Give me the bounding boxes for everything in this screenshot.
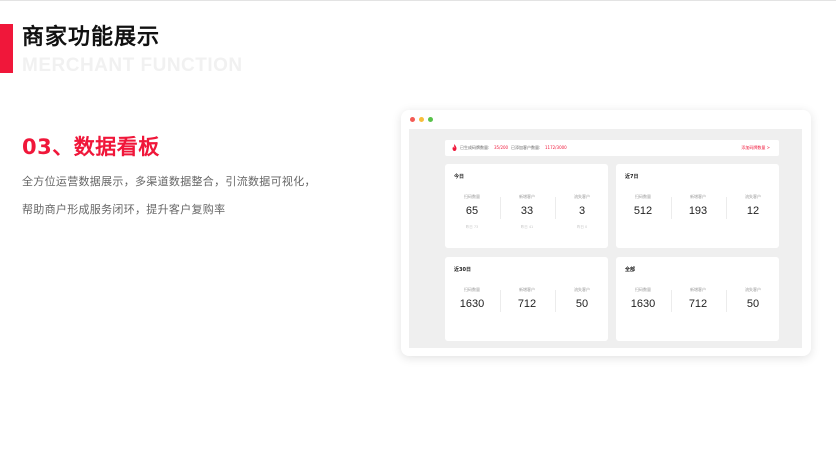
stat-value: 65 <box>465 205 479 217</box>
stat-yesterday: 昨日 73 <box>465 225 479 229</box>
stat-label: 流失客户 <box>745 287 761 292</box>
stat-divider <box>500 197 501 219</box>
customer-quota-value: 1172/3000 <box>545 145 567 150</box>
qr-quota-value: 35/200 <box>494 145 509 150</box>
dashboard-mockup-window: 已生成码牌数量: 35/200 已添加客户数量: 1172/3000 添加码牌数… <box>401 110 811 356</box>
section-description-line-1: 全方位运营数据展示，多渠道数据整合，引流数据可视化， <box>22 175 316 188</box>
stat-scan-count: 扫码数量 1630 <box>447 287 497 311</box>
stat-value: 512 <box>633 205 653 217</box>
stat-yesterday: 昨日 0 <box>576 225 588 229</box>
stat-label: 流失客户 <box>745 194 761 199</box>
stat-label: 新增客户 <box>690 287 706 292</box>
page-title-english: MERCHANT FUNCTION <box>22 55 243 76</box>
section-heading: 03、数据看板 <box>22 135 160 159</box>
customer-quota-label: 已添加客户数量: <box>511 145 541 150</box>
stat-divider <box>671 290 672 312</box>
stat-label: 新增客户 <box>519 287 535 292</box>
page-title: 商家功能展示 <box>22 25 161 50</box>
stat-new-customers: 新增客户 193 <box>673 194 723 218</box>
stat-value: 712 <box>517 298 537 310</box>
stats-card-all: 全部 扫码数量 1630 新增客户 712 流失客户 50 <box>616 257 779 341</box>
stat-value: 193 <box>688 205 708 217</box>
top-divider <box>0 0 836 1</box>
stat-label: 扫码数量 <box>464 194 480 199</box>
stat-value: 1630 <box>630 298 656 310</box>
stat-divider <box>500 290 501 312</box>
stat-value: 1630 <box>459 298 485 310</box>
stat-scan-count: 扫码数量 1630 <box>618 287 668 311</box>
stat-label: 扫码数量 <box>464 287 480 292</box>
title-accent-bar <box>0 24 13 73</box>
stat-lost-customers: 流失客户 50 <box>557 287 607 311</box>
card-title: 全部 <box>625 267 636 273</box>
stat-divider <box>671 197 672 219</box>
stat-scan-count: 扫码数量 65 昨日 73 <box>447 194 497 229</box>
stat-lost-customers: 流失客户 50 <box>728 287 778 311</box>
stat-value: 12 <box>746 205 760 217</box>
qr-quota-label: 已生成码牌数量: <box>460 145 490 150</box>
stat-label: 流失客户 <box>574 194 590 199</box>
add-qr-quota-link[interactable]: 添加码牌数量 > <box>741 145 770 151</box>
card-title: 近30日 <box>454 267 471 273</box>
stat-new-customers: 新增客户 712 <box>502 287 552 311</box>
stat-value: 33 <box>520 205 534 217</box>
stat-label: 扫码数量 <box>635 194 651 199</box>
stat-lost-customers: 流失客户 12 <box>728 194 778 218</box>
stats-card-30-days: 近30日 扫码数量 1630 新增客户 712 流失客户 50 <box>445 257 608 341</box>
stat-scan-count: 扫码数量 512 <box>618 194 668 218</box>
stat-label: 扫码数量 <box>635 287 651 292</box>
stat-value: 50 <box>746 298 760 310</box>
card-title: 今日 <box>454 174 465 180</box>
stat-value: 712 <box>688 298 708 310</box>
stat-new-customers: 新增客户 33 昨日 41 <box>502 194 552 229</box>
stats-card-7-days: 近7日 扫码数量 512 新增客户 193 流失客户 12 <box>616 164 779 248</box>
flame-icon <box>452 144 457 151</box>
stat-label: 新增客户 <box>690 194 706 199</box>
stat-label: 新增客户 <box>519 194 535 199</box>
window-maximize-dot <box>428 117 433 122</box>
stat-lost-customers: 流失客户 3 昨日 0 <box>557 194 607 229</box>
stat-divider <box>726 197 727 219</box>
stat-value: 50 <box>575 298 589 310</box>
stat-value: 3 <box>578 205 586 217</box>
window-minimize-dot <box>419 117 424 122</box>
stats-card-today: 今日 扫码数量 65 昨日 73 新增客户 33 昨日 41 流失客户 3 昨日… <box>445 164 608 248</box>
card-title: 近7日 <box>625 174 639 180</box>
window-close-dot <box>410 117 415 122</box>
dashboard-canvas: 已生成码牌数量: 35/200 已添加客户数量: 1172/3000 添加码牌数… <box>409 129 802 348</box>
stat-yesterday: 昨日 41 <box>520 225 534 229</box>
stat-divider <box>555 197 556 219</box>
stat-label: 流失客户 <box>574 287 590 292</box>
stat-divider <box>726 290 727 312</box>
stat-new-customers: 新增客户 712 <box>673 287 723 311</box>
section-description-line-2: 帮助商户形成服务闭环，提升客户复购率 <box>22 203 226 216</box>
quota-notice-bar: 已生成码牌数量: 35/200 已添加客户数量: 1172/3000 添加码牌数… <box>445 140 779 156</box>
stat-divider <box>555 290 556 312</box>
